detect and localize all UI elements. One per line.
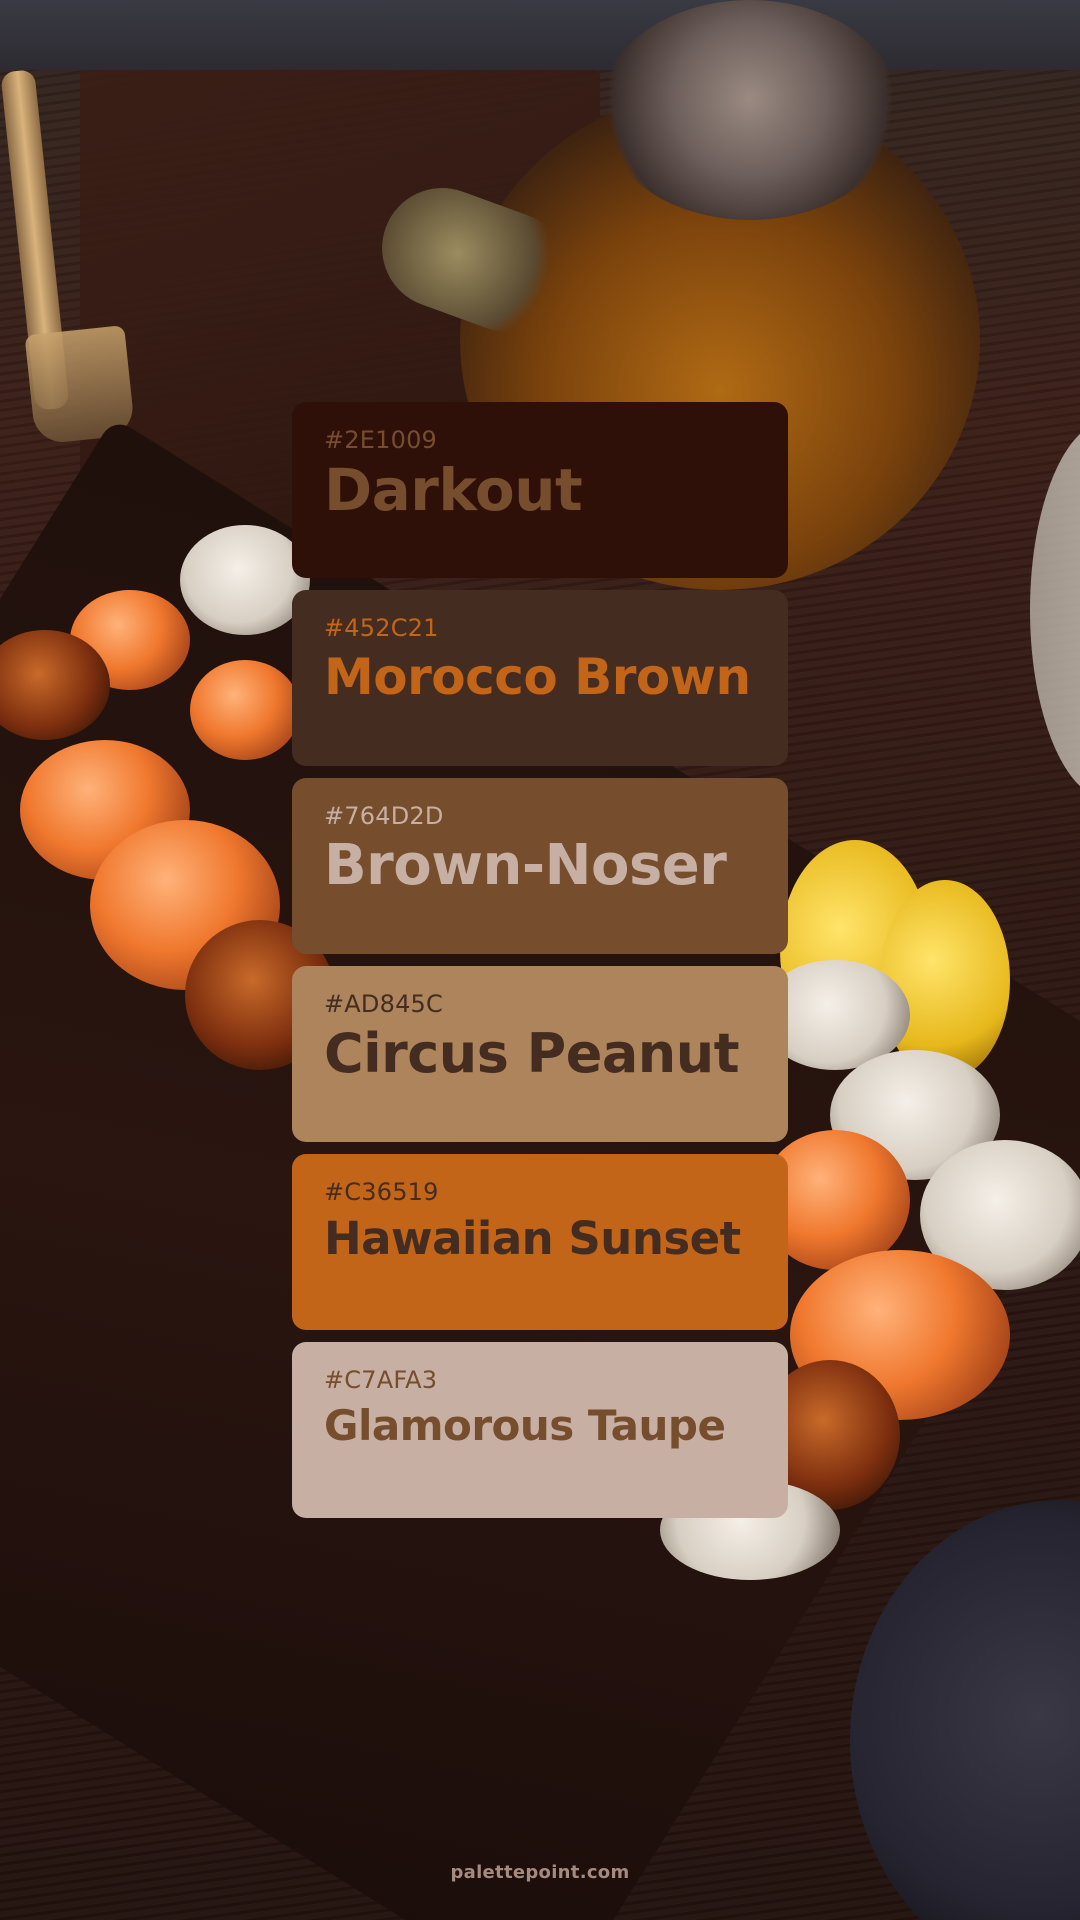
color-card-4: #AD845C Circus Peanut	[292, 966, 788, 1142]
background-photo	[0, 0, 1080, 1920]
color-name: Brown-Noser	[324, 833, 727, 898]
hex-code: #AD845C	[324, 990, 443, 1018]
side-bowl	[1030, 420, 1080, 800]
sushi-roll	[190, 660, 300, 760]
background-wall	[0, 0, 1080, 70]
color-name: Darkout	[324, 456, 583, 524]
hex-code: #452C21	[324, 614, 439, 642]
site-credit: palettepoint.com	[450, 1862, 630, 1883]
teapot-lid	[600, 0, 900, 220]
hex-code: #764D2D	[324, 802, 444, 830]
hex-code: #C36519	[324, 1178, 439, 1206]
color-card-6: #C7AFA3 Glamorous Taupe	[292, 1342, 788, 1518]
color-name: Circus Peanut	[324, 1022, 740, 1085]
color-name: Morocco Brown	[324, 648, 751, 706]
color-name: Glamorous Taupe	[324, 1401, 726, 1450]
hex-code: #C7AFA3	[324, 1366, 438, 1394]
plate	[850, 1500, 1080, 1920]
color-card-2: #452C21 Morocco Brown	[292, 590, 788, 766]
sushi-roll	[180, 525, 310, 635]
color-card-1: #2E1009 Darkout	[292, 402, 788, 578]
color-name: Hawaiian Sunset	[324, 1212, 741, 1265]
hex-code: #2E1009	[324, 426, 438, 454]
color-card-5: #C36519 Hawaiian Sunset	[292, 1154, 788, 1330]
color-card-3: #764D2D Brown-Noser	[292, 778, 788, 954]
